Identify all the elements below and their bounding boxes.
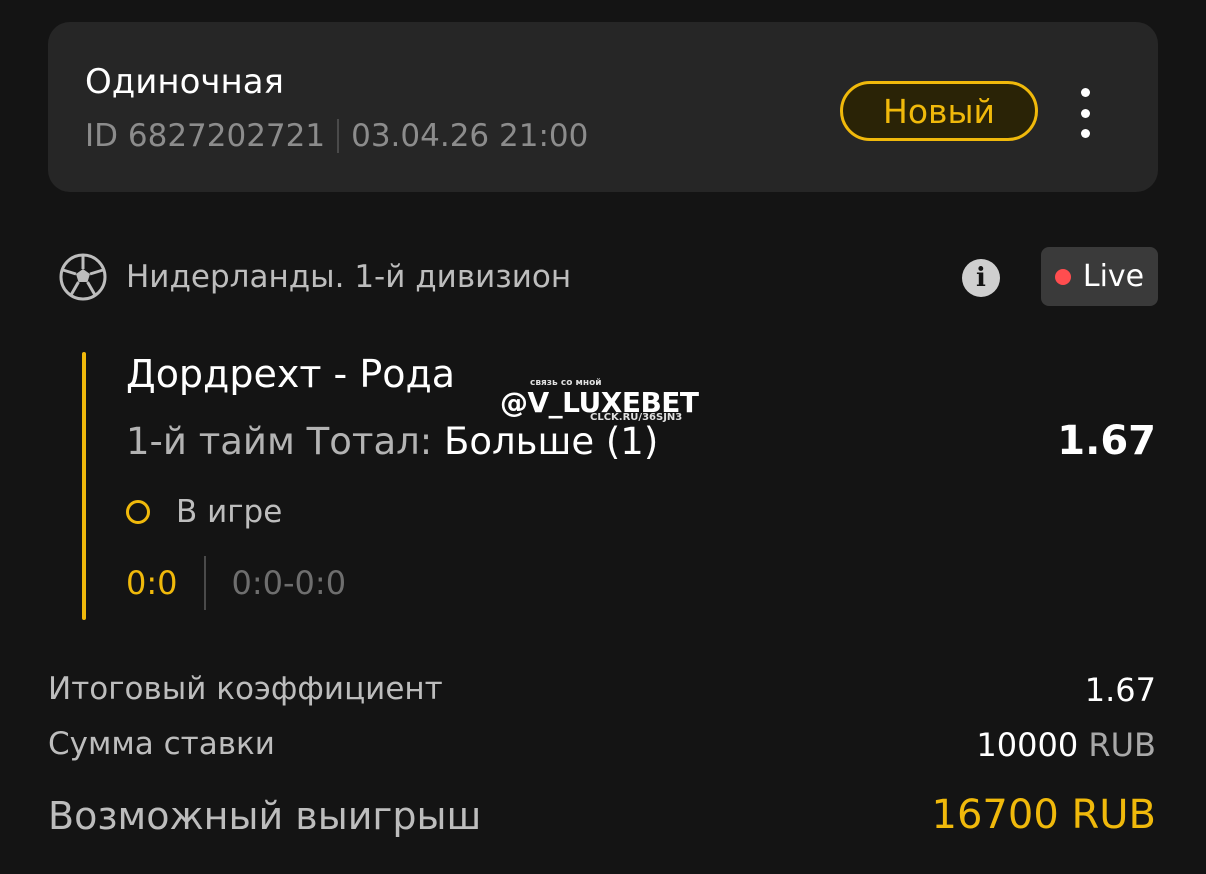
market-line: 1-й тайм Тотал: Больше (1) [126,420,658,463]
event-status: В игре [176,494,283,530]
pending-circle-icon [126,500,150,524]
kebab-dot [1080,108,1090,118]
market-label: 1-й тайм Тотал: [126,420,433,463]
bet-meta: ID 6827202721 03.04.26 21:00 [85,118,588,154]
live-label: Live [1082,259,1145,294]
current-score: 0:0 [126,564,178,602]
stake-currency: RUB [1088,726,1156,764]
league-row: Нидерланды. 1-й дивизион [58,252,571,302]
live-badge: Live [1041,247,1158,306]
period-scores: 0:0-0:0 [231,564,347,602]
total-odds-value: 1.67 [1084,671,1156,709]
market-pick: Больше (1) [444,420,659,463]
watermark: связь со мной @V_LUXEBET CLCK.RU/36SJN3 [500,366,710,426]
bet-header-card: Одиночная ID 6827202721 03.04.26 21:00 Н… [48,22,1158,192]
stake-amount: 10000 [976,726,1079,764]
more-vertical-icon[interactable] [1068,88,1102,138]
kebab-dot [1080,129,1090,138]
info-icon[interactable]: i [962,259,1000,297]
kebab-dot [1080,88,1090,97]
score-row: 0:0 0:0-0:0 [126,556,346,610]
league-name: Нидерланды. 1-й дивизион [126,259,572,295]
event-teams: Дордрехт - Рода [126,352,456,396]
stake-value: 10000 RUB [976,726,1156,764]
event-status-row: В игре [126,494,282,530]
selection-odds: 1.67 [1057,418,1156,464]
total-odds-label: Итоговый коэффициент [48,671,443,707]
bet-id: ID 6827202721 [85,118,326,154]
possible-win-value: 16700 RUB [931,792,1156,838]
live-dot-icon [1054,268,1071,285]
meta-divider [337,119,340,153]
possible-win-label: Возможный выигрыш [48,794,482,838]
score-divider [203,556,206,610]
event-accent-bar [82,352,86,620]
bet-type-title: Одиночная [85,62,285,102]
stake-label: Сумма ставки [48,726,275,762]
status-badge: Новый [840,81,1038,141]
bet-datetime: 03.04.26 21:00 [351,118,589,154]
soccer-ball-icon [59,253,107,301]
